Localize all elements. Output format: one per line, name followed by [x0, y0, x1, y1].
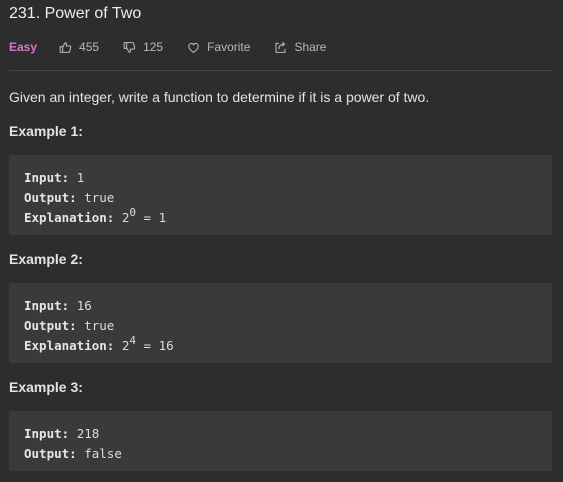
share-button[interactable]: Share [274, 40, 326, 54]
example-2-output-line: Output: true [24, 316, 537, 336]
difficulty-badge: Easy [9, 40, 38, 54]
example-2-explanation-line: Explanation: 24 = 16 [24, 334, 537, 356]
input-label: Input: [24, 170, 70, 185]
example-2-input-line: Input: 16 [24, 296, 537, 316]
example-3-input-line: Input: 218 [24, 424, 537, 444]
example-1-output-line: Output: true [24, 188, 537, 208]
example-3-output-line: Output: false [24, 444, 537, 464]
example-1-title: Example 1: [9, 123, 83, 139]
example-1-block: Input: 1 Output: true Explanation: 20 = … [9, 155, 552, 235]
like-count: 455 [79, 40, 100, 54]
favorite-label: Favorite [207, 40, 251, 54]
example-2-block: Input: 16 Output: true Explanation: 24 =… [9, 283, 552, 363]
like-button[interactable]: 455 [59, 40, 99, 54]
share-label: Share [294, 40, 327, 54]
example-3-block: Input: 218 Output: false [9, 411, 552, 471]
favorite-button[interactable]: Favorite [187, 40, 250, 54]
example-2-title: Example 2: [9, 251, 83, 267]
output-label: Output: [24, 190, 77, 205]
example-1-input-value: 1 [76, 170, 85, 185]
thumbs-up-icon [59, 41, 72, 53]
example-2-explanation-exponent: 4 [129, 334, 136, 347]
heart-icon [188, 42, 199, 53]
problem-description: Given an integer, write a function to de… [9, 89, 430, 105]
problem-meta: Easy 455 125 Favorite Share [9, 38, 350, 56]
input-label: Input: [24, 426, 70, 441]
explanation-label: Explanation: [24, 338, 115, 353]
dislike-button[interactable]: 125 [123, 40, 163, 54]
output-label: Output: [24, 318, 77, 333]
example-1-output-value: true [84, 190, 115, 205]
example-1-explanation-line: Explanation: 20 = 1 [24, 206, 537, 228]
example-2-explanation-rest: = 16 [136, 338, 174, 353]
example-3-output-value: false [84, 446, 122, 461]
example-2-input-value: 16 [76, 298, 92, 313]
thumbs-down-icon [123, 41, 136, 53]
example-3-title: Example 3: [9, 379, 83, 395]
example-2-output-value: true [84, 318, 115, 333]
example-1-input-line: Input: 1 [24, 168, 537, 188]
share-icon [275, 41, 286, 53]
example-3-input-value: 218 [76, 426, 100, 441]
output-label: Output: [24, 446, 77, 461]
input-label: Input: [24, 298, 70, 313]
dislike-count: 125 [143, 40, 164, 54]
explanation-label: Explanation: [24, 210, 115, 225]
problem-title: 231. Power of Two [9, 5, 142, 22]
divider [9, 70, 552, 71]
example-1-explanation-exponent: 0 [129, 206, 136, 219]
example-1-explanation-rest: = 1 [136, 210, 167, 225]
